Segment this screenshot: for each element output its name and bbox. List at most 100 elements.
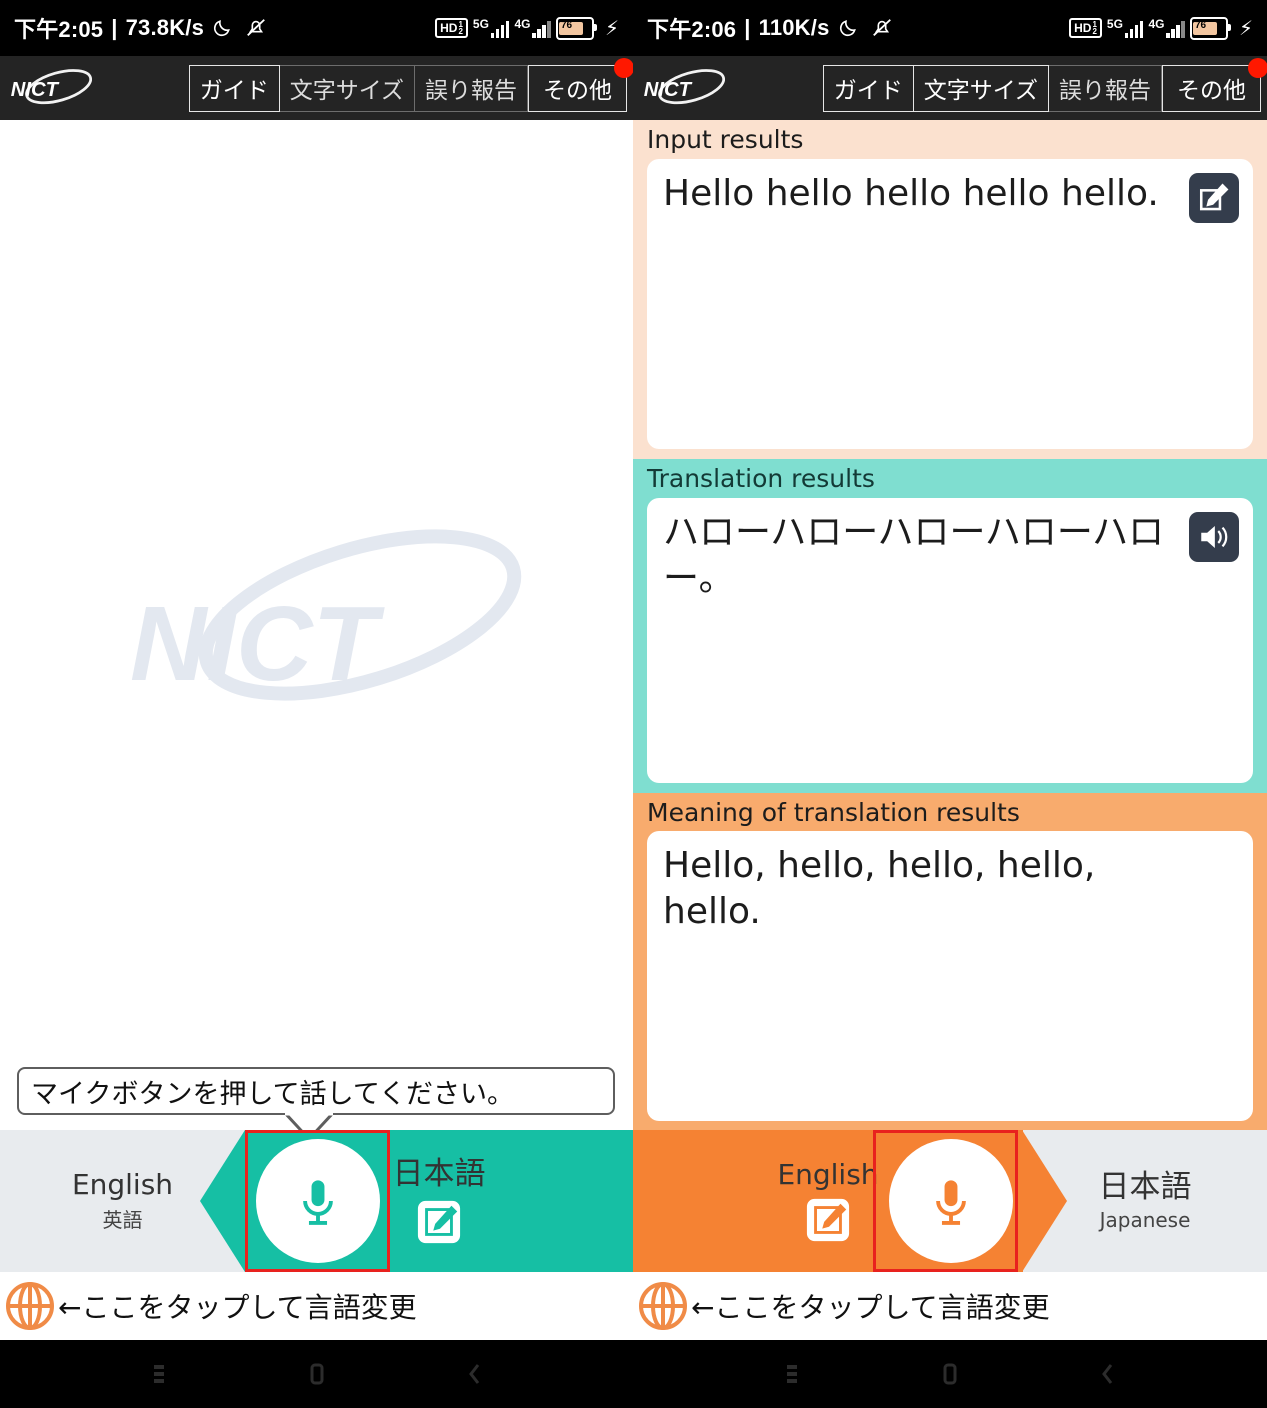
font-size-button[interactable]: 文字サイズ [279, 64, 415, 112]
net-5g-label: 5G [1106, 17, 1123, 31]
svg-text:NICT: NICT [644, 79, 693, 101]
signal-bars-5g [1124, 18, 1144, 38]
signal-4g: 4G [1148, 17, 1185, 38]
language-change-hint-text: ←ここをタップして言語変更 [58, 1291, 417, 1324]
edit-icon[interactable] [416, 1199, 462, 1245]
language-change-hint-right: ←ここをタップして言語変更 [633, 1272, 1267, 1340]
svg-text:NICT: NICT [130, 585, 386, 703]
status-right-cluster: HD 1 2 5G 4G 76 ⚡ [435, 16, 619, 41]
signal-bars-5g [490, 18, 510, 38]
lightning-bolt-icon: ⚡ [1238, 17, 1253, 40]
right-screen-panel: 下午2:06 | 110K/s HD 1 2 5G 4G 76 ⚡ NICT ガ… [633, 0, 1267, 1340]
nict-watermark: NICT [120, 520, 540, 740]
status-separator: | [111, 15, 118, 40]
error-report-button[interactable]: 誤り報告 [415, 64, 528, 112]
signal-4g: 4G [514, 17, 551, 38]
source-language-sub: 英語 [102, 1208, 143, 1233]
source-language-name: English [777, 1157, 879, 1191]
notification-badge-dot [1248, 57, 1267, 78]
hd-voice-icon: HD 1 2 [435, 17, 468, 39]
meaning-of-translation-box[interactable]: Hello, hello, hello, hello, hello. [647, 831, 1253, 1122]
meaning-of-translation-section: Meaning of translation results Hello, he… [633, 792, 1267, 1132]
app-header-right: NICT ガイド 文字サイズ 誤り報告 その他 [633, 56, 1267, 120]
nav-half-right [634, 1340, 1267, 1408]
battery-percent: 76 [560, 19, 573, 31]
target-language-name: 日本語 [392, 1156, 486, 1193]
nav-half-left [0, 1340, 634, 1408]
left-content-area: NICT マイクボタンを押して話してください。 English 英語 日本語 ←… [0, 120, 633, 1340]
net-4g-label: 4G [1148, 17, 1165, 31]
microphone-button-left[interactable] [245, 1130, 390, 1272]
net-4g-label: 4G [514, 17, 531, 31]
svg-text:NICT: NICT [11, 79, 60, 101]
edit-icon[interactable] [805, 1197, 851, 1243]
guide-button[interactable]: ガイド [188, 64, 280, 112]
android-navigation-bar [0, 1340, 1267, 1408]
phone-screenshot: 下午2:05 | 73.8K/s HD 1 2 5G 4G 76 ⚡ NICT … [0, 0, 1267, 1408]
hd-fraction: 1 2 [1092, 20, 1097, 36]
status-left-cluster: 下午2:05 | 73.8K/s [14, 12, 268, 44]
signal-bars-4g [532, 18, 551, 38]
left-screen-panel: 下午2:05 | 73.8K/s HD 1 2 5G 4G 76 ⚡ NICT … [0, 0, 633, 1340]
net-5g-label: 5G [472, 17, 489, 31]
language-bar-left: English 英語 日本語 [0, 1130, 633, 1272]
recents-icon[interactable] [146, 1361, 172, 1387]
globe-icon[interactable] [4, 1280, 56, 1332]
home-icon[interactable] [937, 1361, 963, 1387]
more-button[interactable]: その他 [528, 64, 627, 112]
moon-icon [838, 18, 858, 38]
language-bar-right: English 日本語 Japanese [633, 1130, 1267, 1272]
globe-icon[interactable] [637, 1280, 689, 1332]
lightning-bolt-icon: ⚡ [604, 17, 619, 40]
input-results-box[interactable]: Hello hello hello hello hello. [647, 158, 1253, 449]
home-icon[interactable] [304, 1361, 330, 1387]
translation-results-box[interactable]: ハローハローハローハローハロー。 [647, 497, 1253, 783]
input-results-section: Input results Hello hello hello hello he… [633, 120, 1267, 459]
speaker-icon[interactable] [1189, 511, 1239, 562]
header-button-group-right: ガイド 文字サイズ 誤り報告 その他 [822, 57, 1267, 112]
app-header-left: NICT ガイド 文字サイズ 誤り報告 その他 [0, 56, 633, 120]
edit-icon[interactable] [1189, 172, 1239, 223]
clock: 下午2:06 [647, 17, 737, 42]
signal-5g: 5G [472, 17, 510, 38]
hd-num-bottom: 2 [458, 27, 463, 36]
guide-button[interactable]: ガイド [822, 64, 914, 112]
hd-fraction: 1 2 [458, 20, 463, 36]
status-bar-left: 下午2:05 | 73.8K/s HD 1 2 5G 4G 76 ⚡ [0, 0, 633, 56]
battery-icon: 76 [1189, 16, 1231, 40]
signal-5g: 5G [1106, 17, 1144, 38]
target-language-name: 日本語 [1098, 1168, 1192, 1205]
signal-bars-4g [1166, 18, 1185, 38]
back-chevron-icon[interactable] [462, 1361, 488, 1387]
source-language-name: English [71, 1167, 174, 1201]
notifications-muted-icon [244, 17, 268, 39]
header-button-group-left: ガイド 文字サイズ 誤り報告 その他 [188, 57, 633, 112]
status-bar-right: 下午2:06 | 110K/s HD 1 2 5G 4G 76 ⚡ [633, 0, 1267, 56]
hd-num-bottom: 2 [1092, 27, 1097, 36]
notifications-muted-icon [870, 17, 894, 39]
language-change-hint-left: ←ここをタップして言語変更 [0, 1272, 633, 1340]
meaning-of-translation-text: Hello, hello, hello, hello, hello. [663, 845, 1096, 933]
error-report-button[interactable]: 誤り報告 [1049, 64, 1162, 112]
nict-logo: NICT [641, 66, 733, 110]
network-speed: 73.8K/s [125, 15, 205, 40]
nict-logo: NICT [8, 66, 100, 110]
input-results-text: Hello hello hello hello hello. [663, 172, 1159, 214]
font-size-button[interactable]: 文字サイズ [913, 64, 1049, 112]
translation-results-label: Translation results [647, 463, 875, 493]
mic-instruction-text: マイクボタンを押して話してください。 [31, 1078, 515, 1110]
hd-voice-icon: HD 1 2 [1069, 17, 1102, 39]
recents-icon[interactable] [779, 1361, 805, 1387]
moon-icon [212, 18, 232, 38]
target-language-sub: Japanese [1099, 1208, 1191, 1233]
translation-results-section: Translation results ハローハローハローハローハロー。 [633, 458, 1267, 793]
battery-icon: 76 [555, 16, 597, 40]
more-button[interactable]: その他 [1162, 64, 1261, 112]
status-right-cluster-right: HD 1 2 5G 4G 76 ⚡ [1069, 16, 1253, 41]
microphone-button-right[interactable] [873, 1130, 1018, 1272]
back-chevron-icon[interactable] [1095, 1361, 1121, 1387]
translation-results-text: ハローハローハローハローハロー。 [663, 511, 1165, 599]
notification-badge-dot [614, 57, 633, 78]
status-separator: | [744, 15, 751, 40]
meaning-of-translation-label: Meaning of translation results [647, 797, 1020, 827]
